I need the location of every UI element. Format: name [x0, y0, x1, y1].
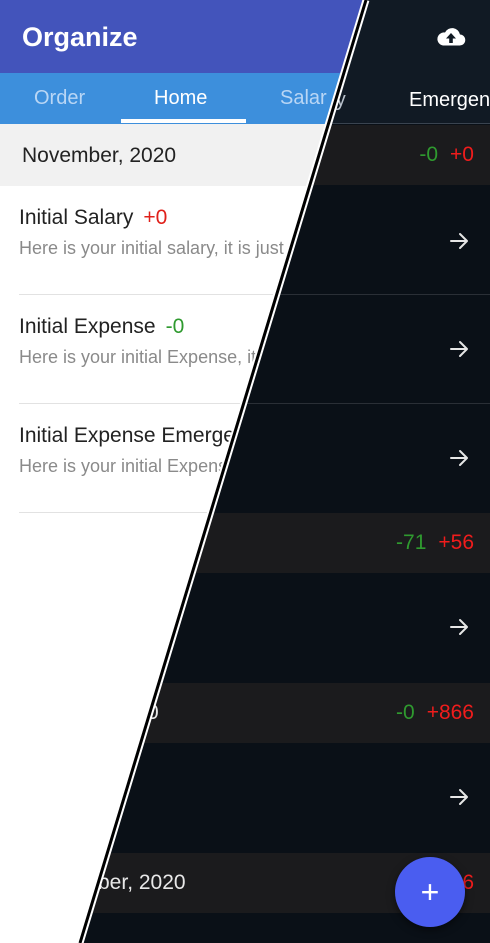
month-income-total: +866 — [426, 701, 474, 724]
entry-amount: -0 — [165, 315, 185, 338]
tab-home[interactable]: Home — [154, 87, 207, 110]
month-income-total: +0 — [450, 143, 474, 166]
month-expense-total: -0 — [419, 143, 439, 166]
cloud-upload-icon[interactable] — [436, 24, 466, 50]
month-totals: -71 +56 — [396, 531, 474, 555]
entry-title: Initial Salary — [19, 206, 134, 229]
arrow-right-icon[interactable] — [449, 618, 471, 636]
entry-title-row: Initial Salary +0 — [19, 206, 167, 230]
entry-title: Initial Expense — [19, 315, 156, 338]
entry-description: Here is your initial salary, it is just … — [19, 238, 328, 258]
plus-icon: + — [420, 874, 440, 910]
month-totals: -0 +0 — [419, 143, 474, 167]
entry-title-row: Initial Expense -0 — [19, 315, 184, 339]
month-expense-total: -71 — [396, 531, 427, 554]
month-expense-total: -0 — [396, 701, 415, 724]
entry-amount: +0 — [143, 206, 168, 229]
arrow-right-icon[interactable] — [449, 340, 471, 358]
tab-salary[interactable]: Salar — [280, 87, 327, 110]
month-totals: -0 +866 — [396, 701, 474, 725]
active-tab-indicator — [121, 119, 246, 123]
month-label: November, 2020 — [22, 144, 177, 167]
arrow-right-icon[interactable] — [449, 449, 471, 467]
tab-order[interactable]: Order — [34, 87, 85, 110]
add-entry-button[interactable]: + — [395, 857, 465, 927]
split-screen-comparison: Organize Order Home Salar November, 2020… — [0, 0, 490, 943]
arrow-right-icon[interactable] — [449, 788, 471, 806]
tab-emergent[interactable]: Emergen — [409, 89, 490, 112]
month-income-total: +56 — [438, 531, 474, 554]
entry-title: Initial Expense Emergent — [19, 424, 253, 447]
month-label: ber, 2020 — [98, 871, 186, 894]
app-title: Organize — [22, 22, 138, 52]
arrow-right-icon[interactable] — [449, 232, 471, 250]
